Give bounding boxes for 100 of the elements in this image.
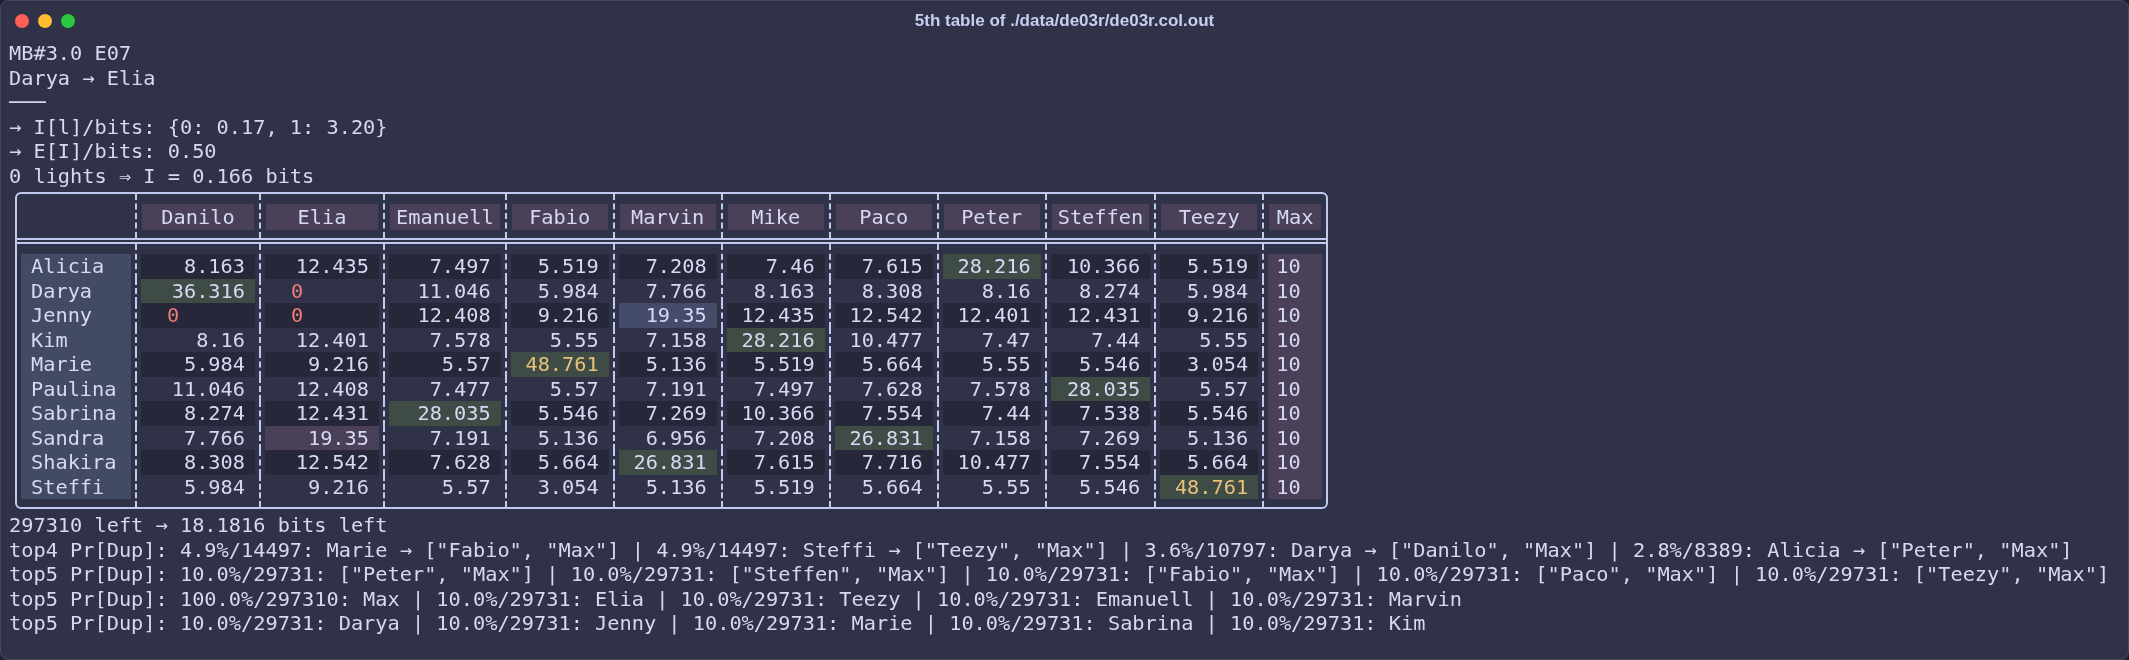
- table-cell: 5.136: [618, 352, 717, 377]
- table-cell-text: 5.55: [1198, 327, 1250, 352]
- table-cell-text: 0: [290, 278, 305, 303]
- table-cell: 12.542: [834, 303, 933, 328]
- table-cell-text: 7.158: [644, 327, 708, 352]
- table-cell: 5.664: [510, 450, 609, 475]
- table-cell-text: 5.546: [1078, 474, 1142, 499]
- column-header: Mike: [727, 204, 824, 230]
- table-cell-text: 7.191: [644, 376, 708, 401]
- column-header: Marvin: [619, 204, 716, 230]
- table-cell: 48.761: [1160, 474, 1259, 499]
- table-cell-text: 7.497: [752, 376, 816, 401]
- table-cell-text: 9.216: [306, 474, 370, 499]
- table-cell: 10: [1268, 303, 1323, 328]
- table-cell: 28.216: [726, 327, 825, 352]
- table-cell-text: 5.55: [980, 474, 1032, 499]
- column-header: Emanuell: [390, 204, 500, 230]
- column-header: Danilo: [142, 204, 254, 230]
- table-cell: 48.761: [510, 352, 609, 377]
- column-header: Steffen: [1051, 204, 1150, 230]
- table-cell: 5.57: [389, 352, 501, 377]
- table-cell-text: 8.274: [1078, 278, 1142, 303]
- table-cell-text: 7.578: [428, 327, 492, 352]
- table-cell-text: 5.984: [182, 474, 246, 499]
- table-cell: 9.216: [510, 303, 609, 328]
- table-cell: 10: [1268, 450, 1323, 475]
- row-label: Shakira: [21, 450, 131, 475]
- table-cell: 5.519: [1160, 254, 1259, 279]
- table-cell-text: 5.57: [440, 474, 492, 499]
- output-line: → E[I]/bits: 0.50: [9, 139, 217, 164]
- table-cell: 7.44: [942, 401, 1041, 426]
- table-cell-text: 3.054: [536, 474, 600, 499]
- close-button[interactable]: [15, 14, 29, 28]
- table-cell-text: 6.956: [644, 425, 708, 450]
- minimize-button[interactable]: [38, 14, 52, 28]
- table-cell-text: 8.16: [980, 278, 1032, 303]
- row-label: Marie: [21, 352, 131, 377]
- table-cell: 7.538: [1050, 401, 1151, 426]
- table-cell-text: 7.578: [968, 376, 1032, 401]
- column-header: Max: [1269, 204, 1322, 230]
- row-label: Jenny: [21, 303, 131, 328]
- table-cell-text: 5.55: [548, 327, 600, 352]
- table-cell-text: 5.136: [1186, 425, 1250, 450]
- output-line: Darya → Elia: [9, 65, 156, 90]
- table-cell: 28.035: [389, 401, 501, 426]
- table-cell: 5.546: [1160, 401, 1259, 426]
- table-cell-text: 7.766: [644, 278, 708, 303]
- output-line: MB#3.0 E07: [9, 41, 132, 66]
- table-cell-text: 8.308: [860, 278, 924, 303]
- output-line: top4 Pr[Dup]: 4.9%/14497: Marie → ["Fabio", "Max"] | 4.9%/14497: Steffi → ["Teezy", "Max"] | 3.6%/10797: Darya → ["Danilo", "Max"] | 2.8%/8389: Alicia → ["Peter", "Max"]: [9, 537, 2073, 562]
- table-cell: 5.664: [1160, 450, 1259, 475]
- output-line: top5 Pr[Dup]: 10.0%/29731: ["Peter", "Max"] | 10.0%/29731: ["Steffen", "Max"] | 10.0%/29731: ["Fabio", "Max"] | 10.0%/29731: ["Paco", "Max"] | 10.0%/29731: ["Teezy", "Max"]: [9, 562, 2110, 587]
- table-cell: 10: [1268, 278, 1323, 303]
- table-cell: 10: [1268, 401, 1323, 426]
- table-cell: 26.831: [618, 450, 717, 475]
- table-cell: 7.554: [1050, 450, 1151, 475]
- row-label: Sabrina: [21, 401, 131, 426]
- table-cell-text: 5.984: [536, 278, 600, 303]
- table-cell: 7.554: [834, 401, 933, 426]
- table-cell: 9.216: [1160, 303, 1259, 328]
- table-cell: 5.984: [141, 352, 255, 377]
- column-header: Teezy: [1161, 204, 1258, 230]
- output-line: 0 lights ⇒ I = 0.166 bits: [9, 163, 315, 188]
- table-cell-text: 7.766: [182, 425, 246, 450]
- table-cell: 7.615: [834, 254, 933, 279]
- table-cell-text: 11.046: [170, 376, 246, 401]
- table-cell: 7.208: [618, 254, 717, 279]
- row-label: Kim: [21, 327, 131, 352]
- table-cell: 10.366: [1050, 254, 1151, 279]
- table-cell-text: 10.477: [848, 327, 924, 352]
- table-cell-text: 7.47: [980, 327, 1032, 352]
- column-header: Elia: [266, 204, 378, 230]
- table-cell: 12.431: [265, 401, 379, 426]
- table-cell-text: 7.191: [428, 425, 492, 450]
- table-cell: 5.546: [1050, 352, 1151, 377]
- maximize-button[interactable]: [61, 14, 75, 28]
- table-cell-text: 12.401: [294, 327, 370, 352]
- row-label: Steffi: [21, 474, 131, 499]
- output-line: ───: [9, 90, 46, 115]
- table-cell: 7.269: [618, 401, 717, 426]
- table-cell: 19.35: [618, 303, 717, 328]
- table-cell: 3.054: [1160, 352, 1259, 377]
- table-cell: 12.435: [726, 303, 825, 328]
- table-cell: 7.716: [834, 450, 933, 475]
- table-cell: 8.163: [141, 254, 255, 279]
- row-label: Darya: [21, 278, 131, 303]
- table-cell-text: 5.57: [548, 376, 600, 401]
- table-cell: 8.308: [141, 450, 255, 475]
- table-cell-text: 7.628: [860, 376, 924, 401]
- table-cell: 19.35: [265, 425, 379, 450]
- table-cell-text: 5.57: [1198, 376, 1250, 401]
- table-cell-text: 5.984: [1186, 278, 1250, 303]
- table-cell-text: 5.519: [752, 474, 816, 499]
- table-cell-text: 5.664: [860, 474, 924, 499]
- table-cell: 10: [1268, 327, 1323, 352]
- table-cell: 5.546: [510, 401, 609, 426]
- row-label: Paulina: [21, 376, 131, 401]
- table-cell: 9.216: [265, 352, 379, 377]
- table-cell: 7.46: [726, 254, 825, 279]
- table-cell: 7.628: [389, 450, 501, 475]
